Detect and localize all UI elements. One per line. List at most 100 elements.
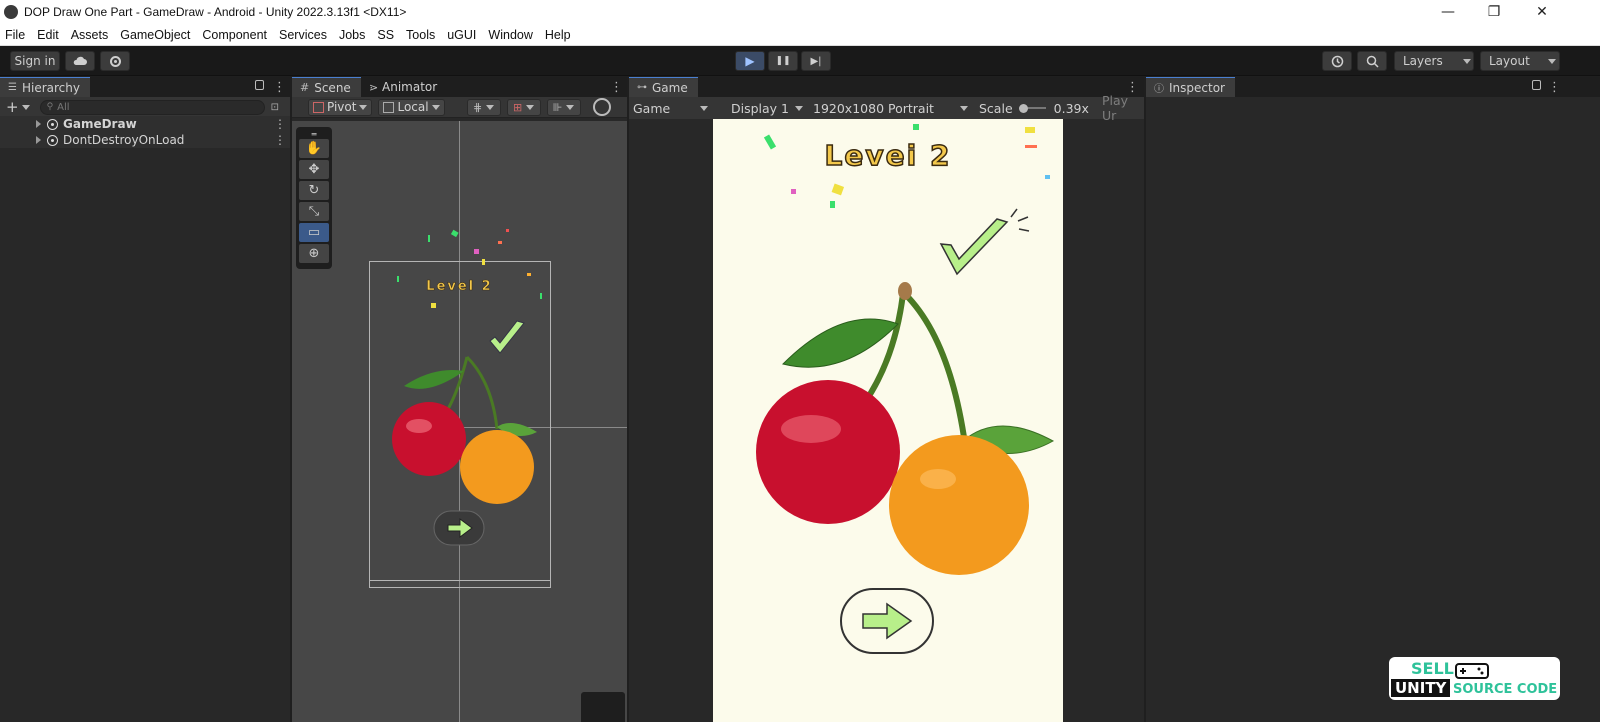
expand-arrow-icon[interactable] — [36, 120, 41, 128]
chevron-down-icon — [486, 104, 495, 110]
hierarchy-item-label: GameDraw — [63, 117, 137, 131]
restore-button[interactable]: ❐ — [1470, 0, 1518, 24]
search-options-icon[interactable]: ⊡ — [271, 102, 279, 113]
menu-window[interactable]: Window — [487, 28, 533, 42]
layers-label: Layers — [1403, 54, 1443, 68]
more-options-icon[interactable]: ⋮ — [273, 77, 286, 97]
lock-icon[interactable] — [255, 80, 264, 90]
chevron-down-icon — [431, 104, 440, 110]
scale-slider[interactable]: Scale 0.39x — [979, 97, 1089, 119]
cherry-icon — [392, 402, 466, 476]
layout-dropdown[interactable]: Layout — [1480, 51, 1560, 71]
watermark-line2: UNITY — [1391, 679, 1451, 697]
menu-tools[interactable]: Tools — [405, 28, 436, 42]
menu-gameobject[interactable]: GameObject — [119, 28, 191, 42]
search-input[interactable]: ⚲ All — [39, 99, 265, 115]
watermark-line1: SELL — [1411, 659, 1454, 678]
tab-scene[interactable]: # Scene — [292, 77, 361, 97]
history-button[interactable] — [1322, 51, 1352, 71]
chevron-down-icon — [566, 104, 575, 110]
ruler-icon: ⊪ — [552, 100, 563, 114]
lock-icon[interactable] — [1532, 80, 1541, 90]
watermark-line3: SOURCE CODE — [1453, 682, 1558, 697]
minimize-button[interactable]: — — [1424, 0, 1472, 24]
add-button[interactable]: + — [6, 98, 19, 116]
cloud-button[interactable] — [65, 51, 95, 71]
unity-scene-icon — [47, 118, 58, 130]
game-toolbar: Game Display 1 1920x1080 Portrait Scale … — [629, 93, 1144, 123]
game-panel: ⊶ Game ⋮ Game Display 1 1920x1080 Portra… — [629, 77, 1144, 722]
orange-icon — [889, 435, 1029, 575]
list-icon: ☰ — [8, 82, 17, 93]
more-options-icon[interactable]: ⋮ — [274, 117, 286, 131]
search-icon — [1366, 55, 1379, 68]
chevron-down-icon — [359, 104, 368, 110]
more-options-icon[interactable]: ⋮ — [1548, 77, 1561, 97]
chevron-down-icon[interactable] — [21, 104, 30, 110]
overlay-menu-icon[interactable] — [581, 692, 625, 722]
menu-assets[interactable]: Assets — [70, 28, 110, 42]
checkmark-icon — [939, 218, 1009, 276]
sign-in-button[interactable]: Sign in — [10, 51, 60, 71]
slider-handle[interactable] — [1018, 103, 1028, 113]
play-button[interactable]: ▶ — [735, 51, 765, 71]
chevron-down-icon — [959, 105, 968, 111]
search-button[interactable] — [1357, 51, 1387, 71]
window-title: DOP Draw One Part - GameDraw - Android -… — [24, 5, 407, 19]
cloud-icon — [73, 56, 87, 65]
slider-track — [1027, 107, 1046, 109]
game-mode-dropdown[interactable]: Game — [633, 97, 719, 119]
resolution-dropdown[interactable]: 1920x1080 Portrait — [813, 97, 968, 119]
tab-animator[interactable]: ⋗ Animator — [360, 77, 448, 97]
tab-game[interactable]: ⊶ Game — [629, 77, 698, 97]
increment-snap-dropdown[interactable]: ⊪ — [546, 98, 581, 116]
menu-bar: File Edit Assets GameObject Component Se… — [0, 24, 1600, 46]
menu-edit[interactable]: Edit — [36, 28, 60, 42]
menu-ss[interactable]: SS — [376, 28, 395, 42]
menu-component[interactable]: Component — [201, 28, 268, 42]
tab-hierarchy[interactable]: ☰ Hierarchy — [0, 77, 90, 97]
chevron-down-icon — [526, 104, 535, 110]
game-illustration — [756, 124, 1055, 654]
chevron-down-icon — [1547, 58, 1556, 64]
step-button[interactable]: ▶| — [801, 51, 831, 71]
inspector-panel: ⓘ Inspector ⋮ — [1146, 77, 1600, 722]
hierarchy-item-gamedraw[interactable]: GameDraw ⋮ — [0, 116, 290, 132]
grid-snap-icon: ⋕ — [472, 100, 483, 114]
scene-viewport[interactable]: ═ ✋ ✥ ↻ ⤡ ▭ ⊕ Level 2 — [292, 121, 627, 722]
game-screen[interactable]: Levei 2 — [713, 119, 1063, 722]
snap-increment-dropdown[interactable]: ⊞ — [506, 98, 541, 116]
more-options-icon[interactable]: ⋮ — [610, 77, 623, 97]
info-icon: ⓘ — [1154, 84, 1164, 95]
more-options-icon[interactable]: ⋮ — [274, 133, 286, 147]
expand-arrow-icon[interactable] — [36, 136, 41, 144]
services-button[interactable] — [100, 51, 130, 71]
hierarchy-item-dontdestroyonload[interactable]: DontDestroyOnLoad ⋮ — [0, 132, 290, 148]
pivot-dropdown[interactable]: Pivot — [308, 98, 373, 116]
shading-mode-icon[interactable] — [592, 98, 611, 116]
local-icon — [383, 101, 395, 113]
menu-services[interactable]: Services — [278, 28, 328, 42]
snap-icon: ⊞ — [512, 100, 523, 114]
menu-ugui[interactable]: uGUI — [446, 28, 477, 42]
grid-snap-dropdown[interactable]: ⋕ — [466, 98, 501, 116]
hierarchy-item-label: DontDestroyOnLoad — [63, 133, 185, 147]
scene-toolbar: Pivot Local ⋕ ⊞ ⊪ — [292, 97, 627, 118]
play-unfocused-toggle[interactable]: Play Ur — [1102, 93, 1144, 123]
pause-button[interactable]: ❚❚ — [768, 51, 798, 71]
hierarchy-toolbar: + ⚲ All ⊡ — [0, 97, 290, 118]
tab-inspector[interactable]: ⓘ Inspector — [1146, 77, 1235, 97]
gear-icon — [109, 55, 121, 67]
menu-help[interactable]: Help — [544, 28, 572, 42]
unity-scene-icon — [47, 134, 58, 146]
animator-icon: ⋗ — [368, 80, 379, 94]
menu-jobs[interactable]: Jobs — [338, 28, 366, 42]
chevron-down-icon — [700, 105, 709, 111]
close-button[interactable]: ✕ — [1518, 0, 1566, 24]
menu-file[interactable]: File — [4, 28, 26, 42]
grid-icon: # — [300, 81, 310, 94]
local-dropdown[interactable]: Local — [378, 98, 445, 116]
layers-dropdown[interactable]: Layers — [1394, 51, 1474, 71]
display-dropdown[interactable]: Display 1 — [731, 97, 804, 119]
main-toolbar: Sign in ▶ ❚❚ ▶| Layers Layout — [0, 46, 1600, 76]
